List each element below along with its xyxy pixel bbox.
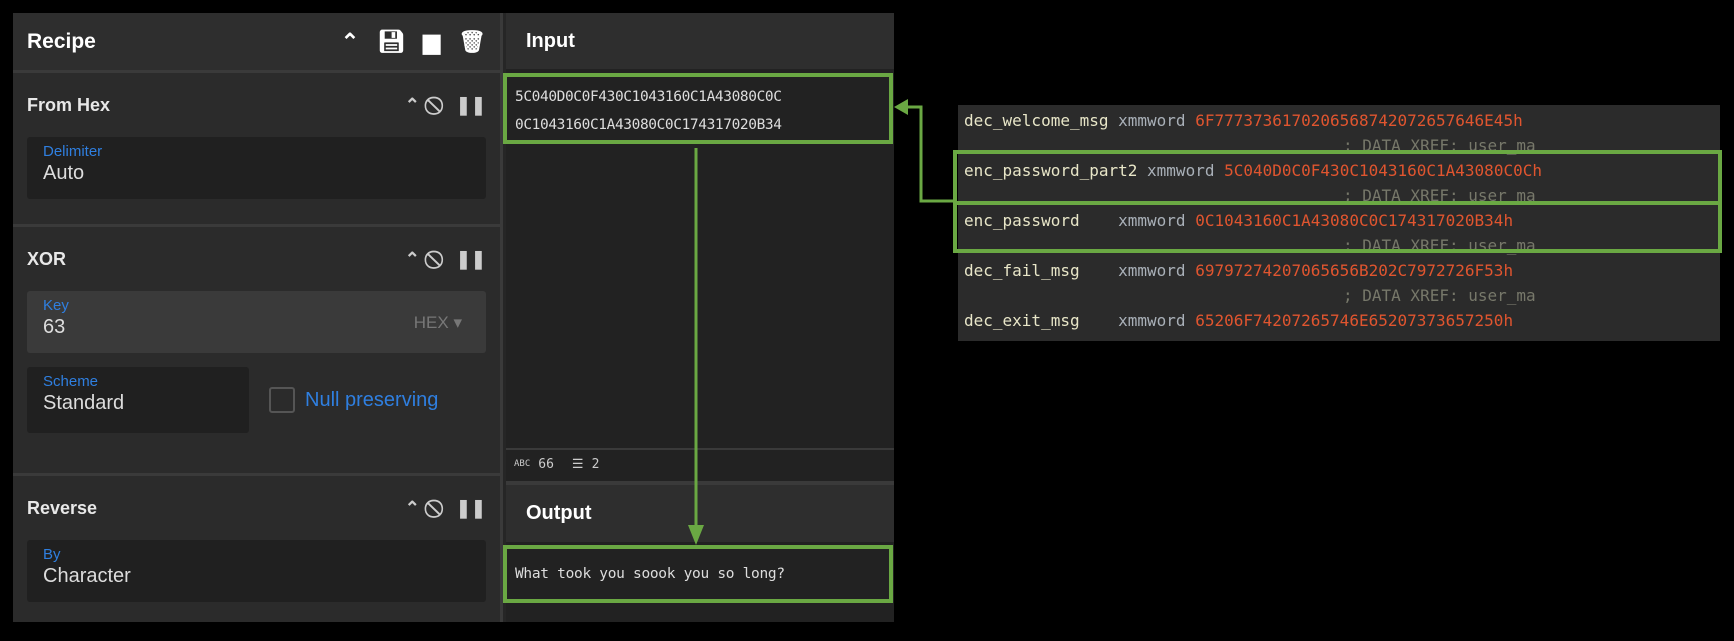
arrow-head-left	[894, 99, 908, 115]
arrow-head-down	[688, 525, 704, 545]
annotation-arrows	[688, 99, 955, 545]
arrow-to-input	[905, 105, 955, 203]
